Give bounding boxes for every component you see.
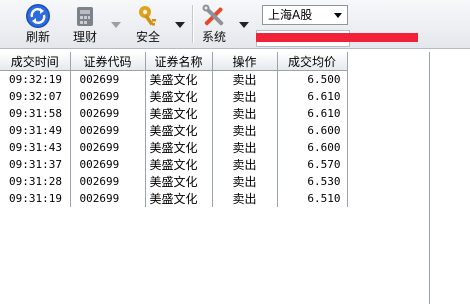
table-row[interactable]: 09:32:19 002699 美盛文化 卖出 6.500 [0, 70, 348, 88]
security-code-cell: 002699 [70, 122, 146, 139]
security-name-cell: 美盛文化 [145, 105, 213, 122]
table-row[interactable]: 09:31:28 002699 美盛文化 卖出 6.530 [0, 173, 348, 190]
security-key-icon [139, 6, 156, 26]
avg-price-cell: 6.530 [277, 173, 348, 190]
security-name-cell: 美盛文化 [145, 70, 213, 88]
security-code-cell: 002699 [70, 88, 146, 105]
avg-price-cell: 6.500 [277, 70, 348, 88]
table-row[interactable]: 09:31:19 002699 美盛文化 卖出 6.510 [0, 190, 348, 207]
avg-price-cell: 6.570 [277, 156, 348, 173]
col-header-operation[interactable]: 操作 [212, 52, 278, 71]
operation-cell: 卖出 [212, 173, 278, 190]
table-row[interactable]: 09:31:37 002699 美盛文化 卖出 6.570 [0, 156, 348, 173]
trade-grid: 成交时间 证券代码 证券名称 操作 成交均价 09:32:19 002699 美盛文… [0, 49, 470, 304]
security-code-cell: 002699 [70, 70, 146, 88]
finance-icon [77, 7, 93, 26]
trade-time-cell: 09:31:58 [0, 105, 71, 122]
tools-icon [202, 4, 224, 26]
refresh-button[interactable]: 刷新 [20, 3, 56, 44]
trade-time-cell: 09:31:19 [0, 190, 71, 207]
col-header-security-code[interactable]: 证券代码 [70, 52, 146, 71]
refresh-icon [26, 4, 50, 28]
operation-cell: 卖出 [212, 88, 278, 105]
table-row[interactable]: 09:31:58 002699 美盛文化 卖出 6.610 [0, 105, 348, 122]
security-name-cell: 美盛文化 [145, 122, 213, 139]
trade-time-cell: 09:31:49 [0, 122, 71, 139]
security-name-cell: 美盛文化 [145, 156, 213, 173]
col-header-avg-price[interactable]: 成交均价 [277, 52, 348, 71]
avg-price-cell: 6.510 [277, 190, 348, 207]
table-header-row: 成交时间 证券代码 证券名称 操作 成交均价 [0, 52, 348, 71]
security-code-cell: 002699 [70, 156, 146, 173]
avg-price-cell: 6.600 [277, 139, 348, 156]
trade-time-cell: 09:32:19 [0, 70, 71, 88]
security-label: 安全 [135, 30, 160, 44]
avg-price-cell: 6.600 [277, 122, 348, 139]
table-row[interactable]: 09:31:43 002699 美盛文化 卖出 6.600 [0, 139, 348, 156]
security-code-cell: 002699 [70, 173, 146, 190]
security-name-cell: 美盛文化 [145, 190, 213, 207]
toolbar: 刷新 理财 安全 系统 上海A股 [0, 0, 470, 49]
system-dropdown-arrow-icon[interactable] [239, 22, 249, 28]
trade-time-cell: 09:31:37 [0, 156, 71, 173]
security-name-cell: 美盛文化 [145, 139, 213, 156]
security-dropdown-arrow-icon[interactable] [175, 22, 185, 28]
redaction-bar [256, 33, 418, 42]
column-divider [429, 52, 430, 304]
security-code-cell: 002699 [70, 190, 146, 207]
trade-time-cell: 09:32:07 [0, 88, 71, 105]
trade-table: 成交时间 证券代码 证券名称 操作 成交均价 09:32:19 002699 美盛文… [0, 52, 348, 207]
avg-price-cell: 6.610 [277, 105, 348, 122]
operation-cell: 卖出 [212, 139, 278, 156]
finance-button[interactable]: 理财 [68, 3, 102, 44]
market-select[interactable]: 上海A股 [262, 5, 348, 25]
trade-time-cell: 09:31:28 [0, 173, 71, 190]
operation-cell: 卖出 [212, 122, 278, 139]
operation-cell: 卖出 [212, 156, 278, 173]
col-header-security-name[interactable]: 证券名称 [145, 52, 213, 71]
trade-time-cell: 09:31:43 [0, 139, 71, 156]
operation-cell: 卖出 [212, 105, 278, 122]
operation-cell: 卖出 [212, 190, 278, 207]
system-label: 系统 [201, 30, 226, 44]
table-row[interactable]: 09:31:49 002699 美盛文化 卖出 6.600 [0, 122, 348, 139]
security-name-cell: 美盛文化 [145, 173, 213, 190]
system-button[interactable]: 系统 [197, 3, 231, 44]
security-button[interactable]: 安全 [131, 3, 165, 44]
finance-label: 理财 [72, 30, 97, 44]
security-code-cell: 002699 [70, 139, 146, 156]
security-code-cell: 002699 [70, 105, 146, 122]
refresh-label: 刷新 [25, 30, 50, 44]
market-select-value: 上海A股 [268, 8, 313, 22]
toolbar-separator [192, 5, 194, 43]
table-row[interactable]: 09:32:07 002699 美盛文化 卖出 6.610 [0, 88, 348, 105]
finance-dropdown-arrow-icon[interactable] [111, 22, 121, 28]
chevron-down-icon[interactable] [334, 13, 342, 18]
operation-cell: 卖出 [212, 70, 278, 88]
security-name-cell: 美盛文化 [145, 88, 213, 105]
avg-price-cell: 6.610 [277, 88, 348, 105]
col-header-trade-time[interactable]: 成交时间 [0, 52, 71, 71]
